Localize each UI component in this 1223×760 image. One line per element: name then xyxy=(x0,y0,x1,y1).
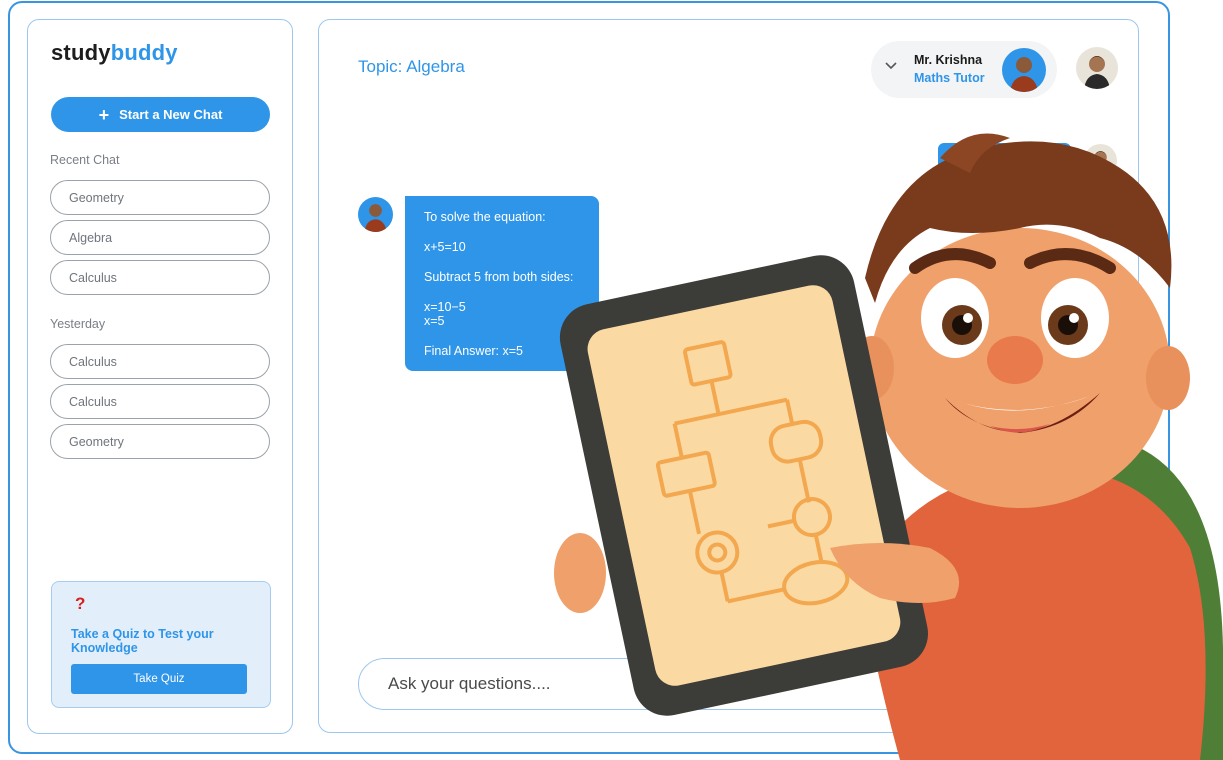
take-quiz-button[interactable]: Take Quiz xyxy=(71,664,247,694)
yesterday-chat-item[interactable]: Calculus xyxy=(50,384,270,419)
boy-with-tablet-illustration xyxy=(554,133,1223,760)
chevron-down-icon xyxy=(885,62,897,70)
yesterday-chat-item[interactable]: Calculus xyxy=(50,344,270,379)
app-logo: studybuddy xyxy=(51,40,178,65)
recent-chat-item[interactable]: Calculus xyxy=(50,260,270,295)
start-new-chat-label: Start a New Chat xyxy=(119,107,223,122)
start-new-chat-button[interactable]: + Start a New Chat xyxy=(51,97,270,132)
tutor-avatar xyxy=(1002,48,1046,92)
topic-title: Topic: Algebra xyxy=(358,57,465,76)
quiz-prompt: Take a Quiz to Test your Knowledge xyxy=(71,627,214,655)
tutor-selector[interactable]: Mr. Krishna Maths Tutor xyxy=(871,41,1057,98)
yesterday-heading: Yesterday xyxy=(50,317,106,331)
plus-icon: + xyxy=(98,104,110,125)
tutor-avatar xyxy=(358,197,393,232)
recent-chat-item[interactable]: Algebra xyxy=(50,220,270,255)
recent-chat-heading: Recent Chat xyxy=(50,153,120,167)
tutor-name: Mr. Krishna xyxy=(914,53,983,67)
yesterday-chat-item[interactable]: Geometry xyxy=(50,424,270,459)
user-avatar[interactable] xyxy=(1076,47,1118,89)
question-mark-icon: ? xyxy=(75,594,86,613)
sidebar: studybuddy + Start a New Chat Recent Cha… xyxy=(27,19,293,734)
quiz-card: ? Take a Quiz to Test your Knowledge Tak… xyxy=(51,581,271,708)
tutor-role: Maths Tutor xyxy=(914,71,985,85)
recent-chat-item[interactable]: Geometry xyxy=(50,180,270,215)
